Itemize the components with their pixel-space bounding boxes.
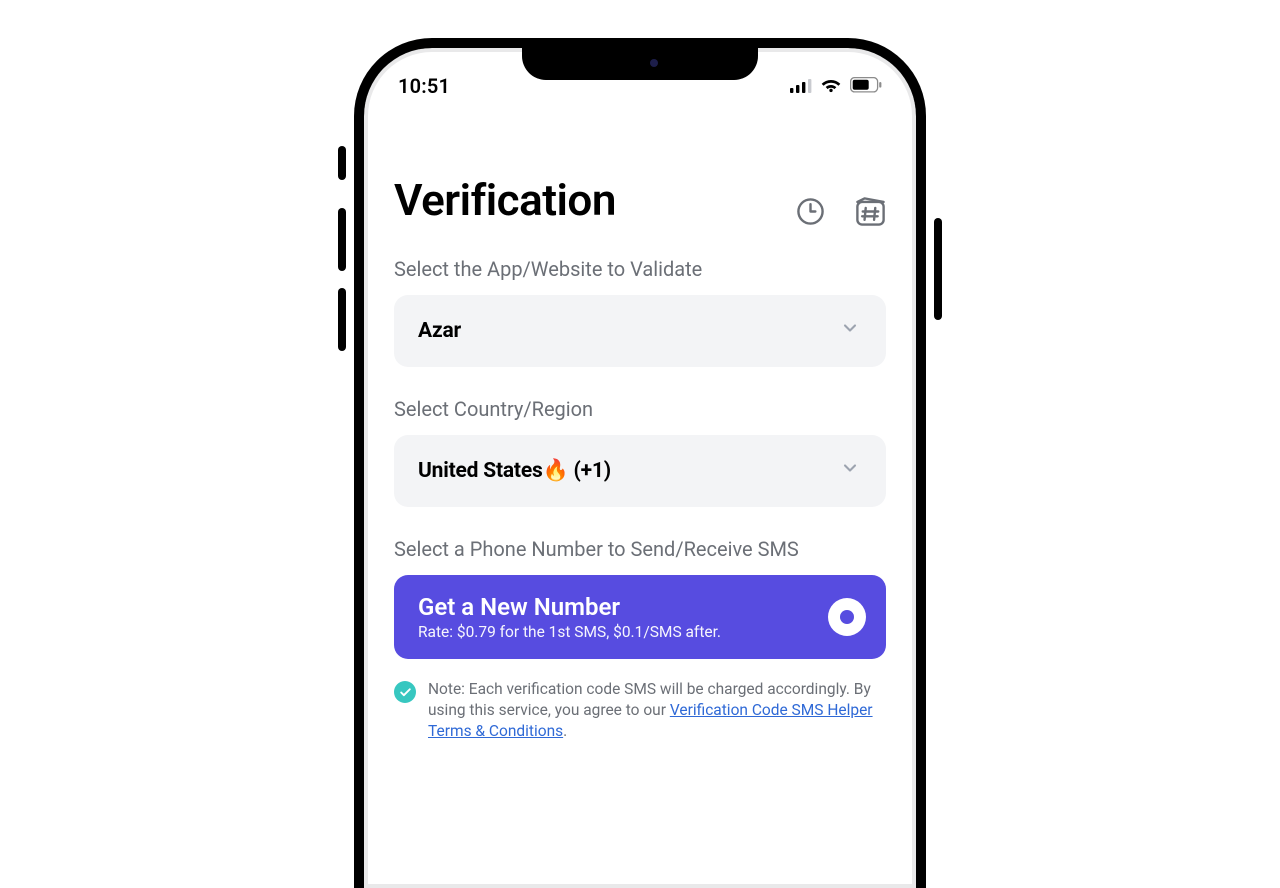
country-select[interactable]: United States🔥 (+1): [394, 435, 886, 507]
radio-icon: [828, 598, 866, 636]
status-time: 10:51: [398, 74, 450, 98]
wifi-icon: [820, 74, 842, 98]
terms-note: Note: Each verification code SMS will be…: [394, 679, 886, 742]
notch: [522, 46, 758, 80]
page-title: Verification: [394, 174, 616, 226]
app-label: Select the App/Website to Validate: [394, 257, 886, 281]
cta-rate: Rate: $0.79 for the 1st SMS, $0.1/SMS af…: [418, 623, 721, 641]
get-number-button[interactable]: Get a New Number Rate: $0.79 for the 1st…: [394, 575, 886, 659]
check-icon: [394, 681, 416, 703]
clock-icon: [796, 197, 825, 226]
country-label: Select Country/Region: [394, 397, 886, 421]
chevron-down-icon: [840, 458, 860, 484]
app-select-value: Azar: [418, 319, 461, 343]
note-post: .: [563, 722, 567, 740]
number-label: Select a Phone Number to Send/Receive SM…: [394, 537, 886, 561]
country-select-value: United States🔥 (+1): [418, 459, 611, 483]
numbers-button[interactable]: [855, 196, 886, 227]
cta-title: Get a New Number: [418, 593, 721, 621]
hash-box-icon: [855, 196, 886, 227]
app-select[interactable]: Azar: [394, 295, 886, 367]
battery-icon: [850, 74, 882, 98]
cellular-icon: [790, 74, 812, 98]
phone-frame: 10:51: [354, 38, 926, 888]
history-button[interactable]: [796, 197, 825, 226]
chevron-down-icon: [840, 318, 860, 344]
